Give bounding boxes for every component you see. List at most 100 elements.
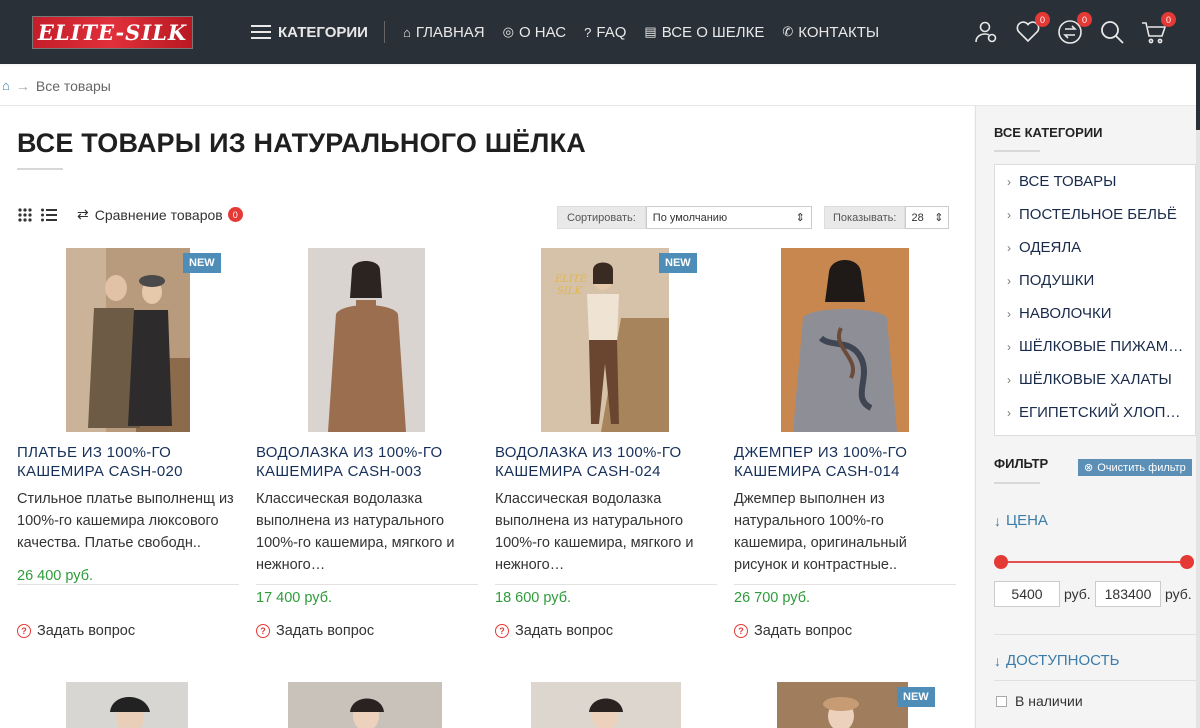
title-underline bbox=[994, 482, 1040, 484]
category-item[interactable]: › ВСЕ ТОВАРЫ bbox=[995, 165, 1195, 198]
user-icon[interactable] bbox=[972, 18, 1000, 46]
new-badge: NEW bbox=[897, 687, 935, 707]
product-title[interactable]: ВОДОЛАЗКА ИЗ 100%-ГО КАШЕМИРА CASH-003 bbox=[256, 443, 480, 481]
ask-question-link[interactable]: ? Задать вопрос bbox=[17, 623, 135, 639]
compare-products-link[interactable]: Сравнение товаров bbox=[95, 207, 223, 223]
nav-categories[interactable]: КАТЕГОРИИ bbox=[251, 24, 368, 41]
new-badge: NEW bbox=[183, 253, 221, 273]
checkbox[interactable] bbox=[996, 695, 1007, 707]
clear-filter-button[interactable]: ⊗ Очистить фильтр bbox=[1078, 459, 1192, 476]
heart-icon[interactable]: 0 bbox=[1014, 12, 1050, 46]
page-scrollbar[interactable] bbox=[1196, 0, 1200, 728]
list-view-icon[interactable] bbox=[41, 208, 57, 222]
title-underline bbox=[994, 150, 1040, 152]
category-item[interactable]: › ЕГИПЕТСКИЙ ХЛОП… bbox=[995, 396, 1195, 429]
nav-home[interactable]: ⌂ ГЛАВНАЯ bbox=[403, 24, 485, 41]
compare-icon[interactable]: 0 bbox=[1056, 12, 1092, 46]
product-image[interactable] bbox=[308, 248, 425, 432]
compare-icon: ⇄ bbox=[77, 206, 89, 222]
price-max-input[interactable]: 183400 bbox=[1095, 581, 1161, 607]
category-item[interactable]: › ШЁЛКОВЫЕ ХАЛАТЫ bbox=[995, 363, 1195, 396]
svg-text:ELITE: ELITE bbox=[554, 274, 588, 285]
nav-contacts[interactable]: ✆ КОНТАКТЫ bbox=[782, 24, 879, 41]
currency-label: руб. bbox=[1064, 586, 1091, 602]
product-price: 17 400 руб. bbox=[256, 590, 333, 606]
nav-about-silk[interactable]: ▤ ВСЕ О ШЕЛКЕ bbox=[644, 24, 764, 41]
product-description: Классическая водолазка выполнена из нату… bbox=[495, 491, 694, 573]
product-image[interactable] bbox=[777, 682, 908, 728]
ask-question-link[interactable]: ? Задать вопрос bbox=[734, 623, 852, 639]
per-page-select[interactable]: 28 ⇕ bbox=[905, 206, 950, 229]
new-badge: NEW bbox=[659, 253, 697, 273]
category-item[interactable]: › ПОДУШКИ bbox=[995, 264, 1195, 297]
product-title[interactable]: ВОДОЛАЗКА ИЗ 100%-ГО КАШЕМИРА CASH-024 bbox=[495, 443, 719, 481]
chevron-right-icon: › bbox=[1007, 306, 1011, 321]
price-slider-max-handle[interactable] bbox=[1180, 555, 1194, 569]
sort-label: Сортировать: bbox=[557, 206, 646, 229]
nav-about[interactable]: ◎ О НАС bbox=[503, 24, 567, 41]
price-filter-toggle[interactable]: ↓ ЦЕНА bbox=[994, 512, 1048, 529]
arrow-down-icon: ↓ bbox=[994, 652, 1001, 669]
product-price: 26 400 руб. bbox=[17, 568, 94, 584]
in-stock-checkbox[interactable]: В наличии bbox=[996, 693, 1083, 709]
breadcrumb-arrow-icon: → bbox=[15, 77, 30, 94]
main-content: ВСЕ ТОВАРЫ ИЗ НАТУРАЛЬНОГО ШЁЛКА ⇄ Сравн… bbox=[0, 106, 974, 728]
ask-question-link[interactable]: ? Задать вопрос bbox=[495, 623, 613, 639]
question-icon: ? bbox=[495, 624, 509, 638]
nav-faq[interactable]: ? FAQ bbox=[584, 24, 626, 41]
cart-icon[interactable]: 0 bbox=[1140, 12, 1176, 46]
chevron-right-icon: › bbox=[1007, 240, 1011, 255]
ask-question-link[interactable]: ? Задать вопрос bbox=[256, 623, 374, 639]
category-item[interactable]: › ОДЕЯЛА bbox=[995, 231, 1195, 264]
price-slider-track[interactable] bbox=[1001, 561, 1187, 563]
compare-badge: 0 bbox=[1077, 12, 1092, 27]
hamburger-icon bbox=[251, 25, 271, 39]
per-page-label: Показывать: bbox=[824, 206, 906, 229]
home-icon[interactable]: ⌂ bbox=[2, 78, 10, 93]
top-header: ELITE-SILK КАТЕГОРИИ ⌂ ГЛАВНАЯ ◎ О НАС ? FA… bbox=[0, 0, 1196, 64]
product-description: Классическая водолазка выполнена из нату… bbox=[256, 491, 455, 573]
home-icon: ⌂ bbox=[402, 24, 411, 40]
product-image[interactable] bbox=[531, 682, 681, 728]
product-title[interactable]: ПЛАТЬЕ ИЗ 100%-ГО КАШЕМИРА CASH-020 bbox=[17, 443, 241, 481]
card-divider bbox=[495, 584, 717, 585]
scrollbar-thumb[interactable] bbox=[1196, 0, 1200, 130]
category-item[interactable]: › ПОСТЕЛЬНОЕ БЕЛЬЁ bbox=[995, 198, 1195, 231]
sort-control: Сортировать: По умолчанию ⇕ bbox=[557, 206, 812, 229]
product-title[interactable]: ДЖЕМПЕР ИЗ 100%-ГО КАШЕМИРА CASH-014 bbox=[734, 443, 958, 481]
product-price: 18 600 руб. bbox=[495, 590, 572, 606]
price-min-input[interactable]: 5400 bbox=[994, 581, 1060, 607]
product-image[interactable]: ELITE SILK bbox=[541, 248, 669, 432]
search-icon[interactable] bbox=[1098, 18, 1126, 46]
view-toolbar: ⇄ Сравнение товаров 0 bbox=[17, 206, 243, 223]
product-image[interactable] bbox=[288, 682, 442, 728]
wishlist-badge: 0 bbox=[1035, 12, 1050, 27]
card-divider bbox=[256, 584, 478, 585]
category-item[interactable]: › ШЁЛКОВЫЕ ПИЖАМ… bbox=[995, 330, 1195, 363]
chevron-right-icon: › bbox=[1007, 405, 1011, 420]
site-logo[interactable]: ELITE-SILK bbox=[32, 16, 193, 49]
product-image[interactable] bbox=[66, 248, 190, 432]
main-nav: КАТЕГОРИИ ⌂ ГЛАВНАЯ ◎ О НАС ? FAQ ▤ ВСЕ О ШЕ… bbox=[251, 0, 897, 64]
select-arrows-icon: ⇕ bbox=[934, 212, 944, 224]
filter-title: ФИЛЬТР bbox=[994, 456, 1049, 471]
category-list: › ВСЕ ТОВАРЫ › ПОСТЕЛЬНОЕ БЕЛЬЁ › ОДЕЯЛА › П… bbox=[994, 164, 1196, 436]
price-slider-min-handle[interactable] bbox=[994, 555, 1008, 569]
chevron-right-icon: › bbox=[1007, 207, 1011, 222]
close-icon: ⊗ bbox=[1084, 462, 1094, 474]
category-item[interactable]: › НАВОЛОЧКИ bbox=[995, 297, 1195, 330]
sort-select[interactable]: По умолчанию ⇕ bbox=[645, 206, 812, 229]
grid-view-icon[interactable] bbox=[17, 207, 33, 222]
svg-text:SILK: SILK bbox=[557, 286, 582, 297]
per-page-control: Показывать: 28 ⇕ bbox=[824, 206, 950, 229]
product-image[interactable] bbox=[781, 248, 909, 432]
availability-filter-toggle[interactable]: ↓ ДОСТУПНОСТЬ bbox=[994, 652, 1119, 669]
arrow-down-icon: ↓ bbox=[994, 512, 1001, 529]
header-tools: 0 0 0 bbox=[972, 12, 1182, 46]
breadcrumb-current: Все товары bbox=[35, 77, 111, 94]
product-price: 26 700 руб. bbox=[734, 590, 811, 606]
question-icon: ? bbox=[584, 24, 592, 40]
compare-count-badge: 0 bbox=[227, 207, 243, 222]
currency-label: руб. bbox=[1165, 586, 1192, 602]
product-image[interactable] bbox=[66, 682, 188, 728]
